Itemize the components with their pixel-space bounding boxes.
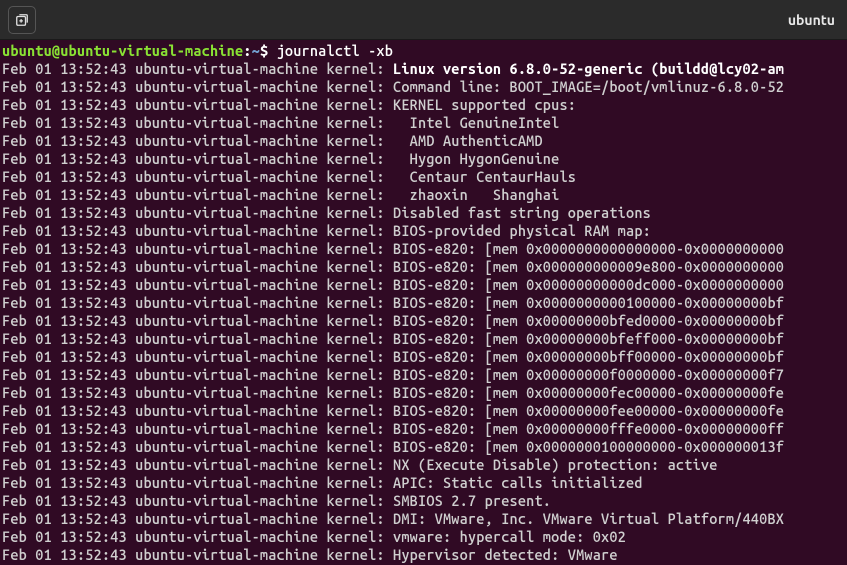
log-line: Feb 01 13:52:43 ubuntu-virtual-machine k… <box>2 366 845 384</box>
log-message: BIOS-e820: [mem 0x00000000bfed0000-0x000… <box>393 312 784 329</box>
prompt-path: ~ <box>252 42 260 59</box>
log-prefix: Feb 01 13:52:43 ubuntu-virtual-machine k… <box>2 96 393 113</box>
prompt-user-host: ubuntu@ubuntu-virtual-machine <box>2 42 243 59</box>
log-line: Feb 01 13:52:43 ubuntu-virtual-machine k… <box>2 312 845 330</box>
log-prefix: Feb 01 13:52:43 ubuntu-virtual-machine k… <box>2 258 393 275</box>
log-message: BIOS-e820: [mem 0x00000000f0000000-0x000… <box>393 366 784 383</box>
log-line: Feb 01 13:52:43 ubuntu-virtual-machine k… <box>2 438 845 456</box>
log-prefix: Feb 01 13:52:43 ubuntu-virtual-machine k… <box>2 294 393 311</box>
log-line: Feb 01 13:52:43 ubuntu-virtual-machine k… <box>2 150 845 168</box>
log-prefix: Feb 01 13:52:43 ubuntu-virtual-machine k… <box>2 114 393 131</box>
log-message: BIOS-e820: [mem 0x00000000fec00000-0x000… <box>393 384 784 401</box>
log-message: AMD AuthenticAMD <box>393 132 543 149</box>
log-line: Feb 01 13:52:43 ubuntu-virtual-machine k… <box>2 186 845 204</box>
new-tab-button[interactable] <box>8 6 36 34</box>
log-message: BIOS-e820: [mem 0x00000000fee00000-0x000… <box>393 402 784 419</box>
log-message: Centaur CentaurHauls <box>393 168 576 185</box>
log-output: Feb 01 13:52:43 ubuntu-virtual-machine k… <box>2 60 845 564</box>
log-line: Feb 01 13:52:43 ubuntu-virtual-machine k… <box>2 258 845 276</box>
log-prefix: Feb 01 13:52:43 ubuntu-virtual-machine k… <box>2 312 393 329</box>
log-prefix: Feb 01 13:52:43 ubuntu-virtual-machine k… <box>2 510 393 527</box>
log-line: Feb 01 13:52:43 ubuntu-virtual-machine k… <box>2 114 845 132</box>
log-line: Feb 01 13:52:43 ubuntu-virtual-machine k… <box>2 510 845 528</box>
prompt-command: journalctl -xb <box>277 42 393 59</box>
log-prefix: Feb 01 13:52:43 ubuntu-virtual-machine k… <box>2 78 393 95</box>
log-line: Feb 01 13:52:43 ubuntu-virtual-machine k… <box>2 492 845 510</box>
prompt-line: ubuntu@ubuntu-virtual-machine:~$ journal… <box>2 42 845 60</box>
log-line: Feb 01 13:52:43 ubuntu-virtual-machine k… <box>2 168 845 186</box>
log-line: Feb 01 13:52:43 ubuntu-virtual-machine k… <box>2 96 845 114</box>
log-prefix: Feb 01 13:52:43 ubuntu-virtual-machine k… <box>2 402 393 419</box>
log-prefix: Feb 01 13:52:43 ubuntu-virtual-machine k… <box>2 276 393 293</box>
log-message: DMI: VMware, Inc. VMware Virtual Platfor… <box>393 510 784 527</box>
log-line: Feb 01 13:52:43 ubuntu-virtual-machine k… <box>2 204 845 222</box>
log-prefix: Feb 01 13:52:43 ubuntu-virtual-machine k… <box>2 60 393 77</box>
log-prefix: Feb 01 13:52:43 ubuntu-virtual-machine k… <box>2 204 393 221</box>
log-message: Disabled fast string operations <box>393 204 651 221</box>
log-message: BIOS-e820: [mem 0x0000000100000000-0x000… <box>393 438 784 455</box>
log-prefix: Feb 01 13:52:43 ubuntu-virtual-machine k… <box>2 420 393 437</box>
log-message: KERNEL supported cpus: <box>393 96 576 113</box>
log-line: Feb 01 13:52:43 ubuntu-virtual-machine k… <box>2 474 845 492</box>
log-message: NX (Execute Disable) protection: active <box>393 456 717 473</box>
log-message: BIOS-e820: [mem 0x00000000fffe0000-0x000… <box>393 420 784 437</box>
log-message: Linux version 6.8.0-52-generic (buildd@l… <box>393 60 784 77</box>
log-prefix: Feb 01 13:52:43 ubuntu-virtual-machine k… <box>2 384 393 401</box>
log-prefix: Feb 01 13:52:43 ubuntu-virtual-machine k… <box>2 240 393 257</box>
log-prefix: Feb 01 13:52:43 ubuntu-virtual-machine k… <box>2 330 393 347</box>
log-line: Feb 01 13:52:43 ubuntu-virtual-machine k… <box>2 402 845 420</box>
log-message: Command line: BOOT_IMAGE=/boot/vmlinuz-6… <box>393 78 784 95</box>
titlebar: ubuntu <box>0 0 847 40</box>
log-message: APIC: Static calls initialized <box>393 474 643 491</box>
log-line: Feb 01 13:52:43 ubuntu-virtual-machine k… <box>2 60 845 78</box>
log-message: BIOS-e820: [mem 0x00000000000dc000-0x000… <box>393 276 784 293</box>
log-line: Feb 01 13:52:43 ubuntu-virtual-machine k… <box>2 294 845 312</box>
log-message: BIOS-e820: [mem 0x0000000000000000-0x000… <box>393 240 784 257</box>
log-line: Feb 01 13:52:43 ubuntu-virtual-machine k… <box>2 528 845 546</box>
log-message: zhaoxin Shanghai <box>393 186 559 203</box>
log-prefix: Feb 01 13:52:43 ubuntu-virtual-machine k… <box>2 132 393 149</box>
log-line: Feb 01 13:52:43 ubuntu-virtual-machine k… <box>2 384 845 402</box>
log-message: vmware: hypercall mode: 0x02 <box>393 528 626 545</box>
log-prefix: Feb 01 13:52:43 ubuntu-virtual-machine k… <box>2 150 393 167</box>
titlebar-left <box>8 6 36 34</box>
new-tab-icon <box>15 13 29 27</box>
log-line: Feb 01 13:52:43 ubuntu-virtual-machine k… <box>2 240 845 258</box>
log-line: Feb 01 13:52:43 ubuntu-virtual-machine k… <box>2 222 845 240</box>
log-line: Feb 01 13:52:43 ubuntu-virtual-machine k… <box>2 546 845 564</box>
log-prefix: Feb 01 13:52:43 ubuntu-virtual-machine k… <box>2 186 393 203</box>
log-message: SMBIOS 2.7 present. <box>393 492 551 509</box>
log-prefix: Feb 01 13:52:43 ubuntu-virtual-machine k… <box>2 528 393 545</box>
log-message: BIOS-e820: [mem 0x00000000bfeff000-0x000… <box>393 330 784 347</box>
log-message: BIOS-e820: [mem 0x000000000009e800-0x000… <box>393 258 784 275</box>
log-prefix: Feb 01 13:52:43 ubuntu-virtual-machine k… <box>2 492 393 509</box>
log-prefix: Feb 01 13:52:43 ubuntu-virtual-machine k… <box>2 456 393 473</box>
log-message: Hypervisor detected: VMware <box>393 546 618 563</box>
log-prefix: Feb 01 13:52:43 ubuntu-virtual-machine k… <box>2 546 393 563</box>
prompt-colon: : <box>243 42 251 59</box>
terminal-viewport[interactable]: ubuntu@ubuntu-virtual-machine:~$ journal… <box>0 40 847 565</box>
log-message: BIOS-e820: [mem 0x0000000000100000-0x000… <box>393 294 784 311</box>
log-line: Feb 01 13:52:43 ubuntu-virtual-machine k… <box>2 456 845 474</box>
log-line: Feb 01 13:52:43 ubuntu-virtual-machine k… <box>2 348 845 366</box>
window-title: ubuntu <box>788 11 839 29</box>
log-line: Feb 01 13:52:43 ubuntu-virtual-machine k… <box>2 132 845 150</box>
log-message: Intel GenuineIntel <box>393 114 559 131</box>
log-prefix: Feb 01 13:52:43 ubuntu-virtual-machine k… <box>2 474 393 491</box>
log-line: Feb 01 13:52:43 ubuntu-virtual-machine k… <box>2 78 845 96</box>
log-line: Feb 01 13:52:43 ubuntu-virtual-machine k… <box>2 330 845 348</box>
log-prefix: Feb 01 13:52:43 ubuntu-virtual-machine k… <box>2 222 393 239</box>
log-line: Feb 01 13:52:43 ubuntu-virtual-machine k… <box>2 276 845 294</box>
prompt-dollar: $ <box>260 42 277 59</box>
log-message: Hygon HygonGenuine <box>393 150 559 167</box>
log-message: BIOS-e820: [mem 0x00000000bff00000-0x000… <box>393 348 784 365</box>
log-prefix: Feb 01 13:52:43 ubuntu-virtual-machine k… <box>2 168 393 185</box>
log-prefix: Feb 01 13:52:43 ubuntu-virtual-machine k… <box>2 438 393 455</box>
log-prefix: Feb 01 13:52:43 ubuntu-virtual-machine k… <box>2 348 393 365</box>
log-message: BIOS-provided physical RAM map: <box>393 222 651 239</box>
log-prefix: Feb 01 13:52:43 ubuntu-virtual-machine k… <box>2 366 393 383</box>
log-line: Feb 01 13:52:43 ubuntu-virtual-machine k… <box>2 420 845 438</box>
